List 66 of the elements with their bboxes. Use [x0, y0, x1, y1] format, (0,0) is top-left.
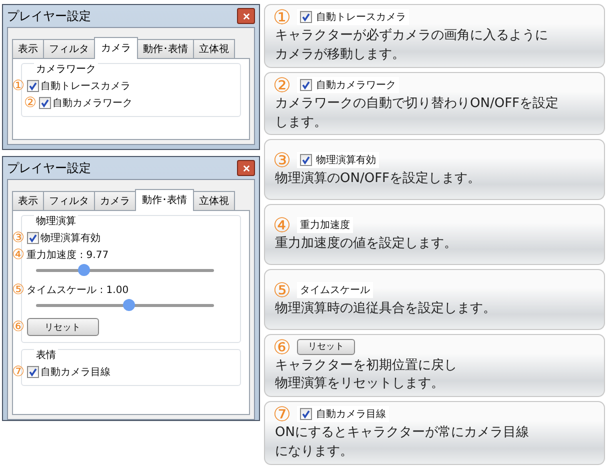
- description-line: キャラクターが必ずカメラの画角に入るように: [274, 27, 549, 45]
- setting-label: タイムスケール: [296, 282, 373, 298]
- description-line: 物理演算のON/OFFを設定します。: [274, 170, 482, 188]
- checkbox-label: 自動トレースカメラ: [316, 11, 406, 24]
- slider-thumb[interactable]: [78, 264, 90, 276]
- checkbox[interactable]: [38, 97, 51, 109]
- number-marker: ④: [273, 215, 291, 236]
- description-line: カメラが移動します。: [274, 46, 406, 64]
- tab[interactable]: フィルタ: [43, 191, 95, 210]
- number-marker: ②: [273, 74, 291, 95]
- slider-thumb[interactable]: [122, 299, 135, 311]
- group-title: 物理演算: [34, 214, 78, 228]
- description-line: します。: [274, 114, 328, 132]
- checkbox-label: 自動カメラワーク: [316, 78, 396, 92]
- reset-button[interactable]: リセット: [26, 318, 99, 336]
- number-marker: ⑦: [273, 404, 291, 424]
- description-line: カメラワークの自動で切り替わりON/OFFを設定: [274, 94, 560, 113]
- number-marker: ⑤: [273, 280, 291, 300]
- tab[interactable]: 立体視: [193, 191, 235, 210]
- description-line: ONにするとキャラクターが常にカメラ目線: [274, 424, 530, 442]
- checkbox[interactable]: [26, 232, 39, 244]
- tab[interactable]: カメラ: [94, 37, 138, 59]
- number-marker: ⑦: [12, 365, 25, 379]
- checkbox[interactable]: [300, 11, 312, 23]
- checkbox-label: 物理演算有効: [40, 232, 101, 245]
- slider-label: 重力加速度 : 9.77: [26, 248, 109, 262]
- description-line: になります。: [274, 443, 354, 462]
- number-marker: ③: [273, 150, 291, 170]
- tab[interactable]: 表示: [12, 191, 44, 210]
- checkbox[interactable]: [300, 408, 312, 420]
- checkbox[interactable]: [300, 78, 312, 91]
- window-title: プレイヤー設定: [7, 160, 91, 176]
- setting-label: 重力加速度: [296, 217, 353, 234]
- checkbox-label: 自動トレースカメラ: [40, 80, 131, 93]
- close-icon[interactable]: [237, 8, 255, 24]
- tab[interactable]: 動作･表情: [137, 39, 194, 58]
- checkbox-label: 自動カメラワーク: [52, 97, 133, 110]
- tab[interactable]: カメラ: [94, 191, 136, 210]
- number-marker: ④: [12, 248, 25, 262]
- group-title: 表情: [34, 348, 58, 362]
- number-marker: ⑥: [12, 320, 25, 334]
- description-line: キャラクターを初期位置に戻し: [274, 356, 458, 375]
- description-line: 重力加速度の値を設定します。: [274, 235, 458, 254]
- tab[interactable]: 表示: [12, 39, 44, 58]
- description-line: 物理演算をリセットします。: [274, 375, 445, 394]
- number-marker: ①: [12, 79, 25, 93]
- number-marker: ③: [12, 231, 25, 245]
- checkbox[interactable]: [300, 154, 312, 166]
- tab[interactable]: 動作･表情: [135, 189, 194, 211]
- number-marker: ①: [273, 7, 291, 27]
- window-title: プレイヤー設定: [7, 8, 91, 24]
- slider-label: タイムスケール : 1.00: [26, 284, 129, 297]
- close-icon[interactable]: [237, 160, 255, 176]
- checkbox-label: 物理演算有効: [316, 154, 376, 168]
- number-marker: ⑤: [12, 283, 25, 297]
- group-title: カメラワーク: [34, 62, 98, 76]
- number-marker: ⑥: [273, 336, 291, 357]
- description-line: 物理演算時の追従具合を設定します。: [274, 300, 497, 318]
- checkbox[interactable]: [26, 366, 39, 378]
- number-marker: ②: [24, 96, 37, 110]
- checkbox-label: 自動カメラ目線: [40, 366, 111, 379]
- checkbox[interactable]: [26, 80, 39, 92]
- checkbox-label: 自動カメラ目線: [316, 408, 386, 422]
- tab[interactable]: フィルタ: [43, 39, 95, 58]
- tab[interactable]: 立体視: [193, 39, 235, 58]
- reset-button[interactable]: リセット: [296, 338, 355, 355]
